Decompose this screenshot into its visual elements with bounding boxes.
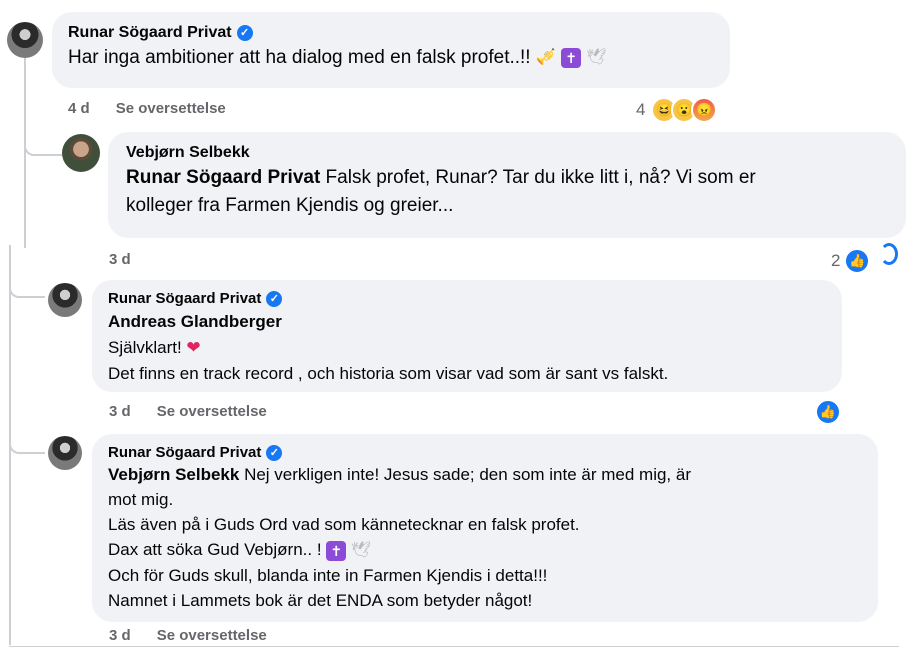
comment-meta: 3 d Se oversettelse bbox=[109, 627, 267, 644]
avatar[interactable] bbox=[7, 22, 43, 58]
comment-text: Har inga ambitioner att ha dialog med en… bbox=[68, 44, 714, 72]
timestamp[interactable]: 4 d bbox=[68, 100, 90, 117]
reaction-count: 2 bbox=[831, 251, 841, 270]
author-name[interactable]: Runar Sögaard Privat bbox=[108, 444, 261, 461]
reaction-summary[interactable]: 👍 bbox=[815, 399, 841, 425]
comment-author[interactable]: Vebjørn Selbekk bbox=[126, 144, 888, 162]
comment-bubble: Runar Sögaard Privat ✓ Andreas Glandberg… bbox=[92, 280, 842, 392]
author-name[interactable]: Runar Sögaard Privat bbox=[68, 24, 232, 42]
thread-connector bbox=[9, 418, 45, 454]
scroll-indicator-icon[interactable] bbox=[880, 243, 898, 265]
like-reaction-icon: 👍 bbox=[815, 399, 841, 425]
verified-badge-icon: ✓ bbox=[266, 290, 283, 307]
mention-link[interactable]: Andreas Glandberger bbox=[108, 312, 282, 331]
comment-body: Det finns en track record , och historia… bbox=[108, 364, 669, 383]
comment-body: Har inga ambitioner att ha dialog med en… bbox=[68, 47, 531, 69]
avatar[interactable] bbox=[48, 283, 82, 317]
thread-connector bbox=[9, 262, 45, 298]
angry-reaction-icon: 😠 bbox=[691, 97, 718, 123]
comment-body: Dax att söka Gud Vebjørn.. ! bbox=[108, 540, 322, 559]
reaction-count: 4 bbox=[636, 100, 646, 119]
comment-meta: 3 d Se oversettelse bbox=[109, 403, 267, 420]
dove-emoji-icon: 🕊 bbox=[586, 49, 607, 66]
comment-body: Nej verkligen inte! Jesus sade; den som … bbox=[239, 465, 691, 484]
verified-badge-icon: ✓ bbox=[266, 444, 283, 461]
heart-emoji-icon: ❤ bbox=[186, 338, 201, 357]
comment-body: Läs även på i Guds Ord vad som känneteck… bbox=[108, 515, 580, 534]
comment-text: Vebjørn Selbekk Nej verkligen inte! Jesu… bbox=[108, 462, 862, 613]
comment-text: Runar Sögaard Privat Falsk profet, Runar… bbox=[126, 164, 888, 220]
reaction-summary[interactable]: 2 👍 bbox=[831, 248, 871, 274]
comment-author[interactable]: Runar Sögaard Privat ✓ bbox=[68, 24, 714, 42]
comment-body: kolleger fra Farmen Kjendis og greier... bbox=[126, 195, 454, 216]
comment-body: Och för Guds skull, blanda inte in Farme… bbox=[108, 566, 548, 586]
trumpet-emoji-icon: 🎺 bbox=[535, 49, 556, 66]
translate-link[interactable]: Se oversettelse bbox=[157, 403, 267, 420]
avatar[interactable] bbox=[62, 134, 100, 172]
cross-emoji-icon: ✝ bbox=[561, 48, 582, 68]
timestamp[interactable]: 3 d bbox=[109, 403, 131, 420]
comment-body: Falsk profet, Runar? Tar du ikke litt i,… bbox=[320, 167, 756, 188]
like-reaction-icon: 👍 bbox=[844, 248, 871, 274]
timestamp[interactable]: 3 d bbox=[109, 627, 131, 644]
comment-body: mot mig. bbox=[108, 490, 174, 509]
reaction-summary[interactable]: 4 😆 😮 😠 bbox=[636, 97, 718, 123]
cross-emoji-icon: ✝ bbox=[326, 540, 347, 561]
translate-link[interactable]: Se oversettelse bbox=[157, 627, 267, 644]
thread-line-main bbox=[24, 58, 26, 248]
comment-meta: 4 d Se oversettelse bbox=[68, 100, 226, 117]
avatar[interactable] bbox=[48, 436, 82, 470]
comment-bubble: Runar Sögaard Privat ✓ Har inga ambition… bbox=[52, 12, 730, 88]
comment-meta: 3 d bbox=[109, 251, 131, 268]
dove-emoji-icon: 🕊 bbox=[351, 542, 372, 560]
comment-author[interactable]: Runar Sögaard Privat ✓ bbox=[108, 290, 826, 307]
comment-bubble: Runar Sögaard Privat ✓ Vebjørn Selbekk N… bbox=[92, 434, 878, 622]
thread-connector bbox=[24, 120, 62, 156]
mention-link[interactable]: Vebjørn Selbekk bbox=[108, 465, 239, 484]
comment-body: Namnet i Lammets bok är det ENDA som bet… bbox=[108, 591, 533, 611]
comment-text: Andreas Glandberger Självklart! ❤ Det fi… bbox=[108, 309, 826, 387]
translate-link[interactable]: Se oversettelse bbox=[116, 100, 226, 117]
author-name[interactable]: Vebjørn Selbekk bbox=[126, 144, 250, 162]
bottom-divider bbox=[9, 646, 899, 647]
comment-bubble: Vebjørn Selbekk Runar Sögaard Privat Fal… bbox=[108, 132, 906, 238]
comment-author[interactable]: Runar Sögaard Privat ✓ bbox=[108, 444, 862, 461]
timestamp[interactable]: 3 d bbox=[109, 251, 131, 268]
mention-link[interactable]: Runar Sögaard Privat bbox=[126, 167, 320, 188]
comment-body: Självklart! bbox=[108, 338, 182, 357]
author-name[interactable]: Runar Sögaard Privat bbox=[108, 290, 261, 307]
verified-badge-icon: ✓ bbox=[236, 25, 253, 41]
